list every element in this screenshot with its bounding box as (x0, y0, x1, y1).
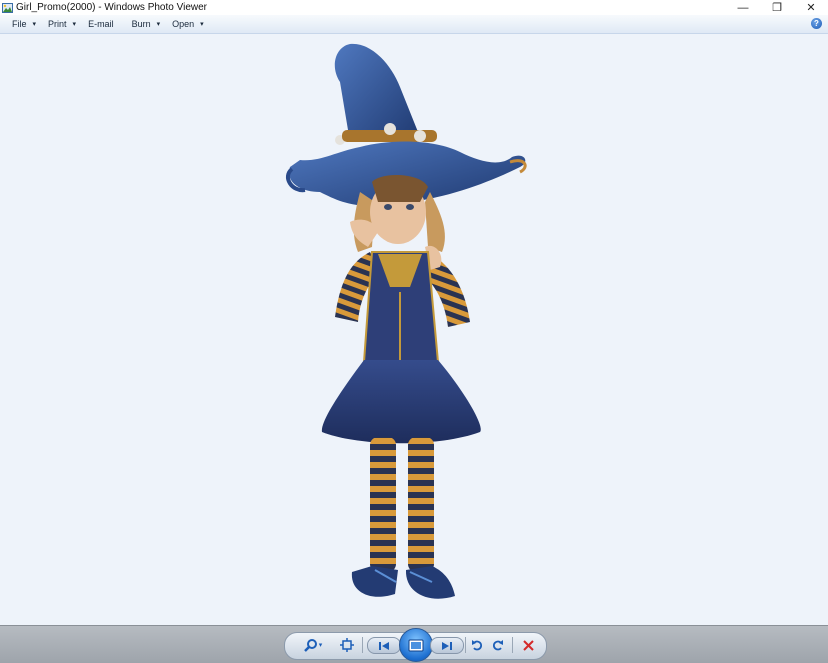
hat-cone (334, 43, 420, 142)
rotate-counterclockwise-button[interactable] (470, 637, 484, 653)
menu-file-label: File (12, 19, 27, 29)
previous-button[interactable] (367, 637, 401, 654)
zoom-dropdown-caret: ▾ (318, 642, 323, 649)
chevron-down-icon: ▾ (72, 21, 77, 28)
menu-burn[interactable]: Burn ▾ (132, 15, 161, 33)
previous-icon (379, 641, 389, 650)
rotate-clockwise-button[interactable] (491, 637, 505, 653)
image-viewport (0, 34, 828, 625)
help-button[interactable]: ? (811, 18, 822, 29)
minimize-button[interactable]: — (726, 0, 760, 15)
close-window-button[interactable]: ✕ (794, 0, 828, 15)
window-controls: — ❐ ✕ (726, 0, 828, 15)
zoom-icon (303, 639, 317, 652)
toolbar-separator (512, 637, 513, 653)
slideshow-button[interactable] (399, 628, 433, 662)
next-button[interactable] (430, 637, 464, 654)
displayed-photo (285, 43, 527, 599)
actual-size-icon (340, 638, 354, 652)
chevron-down-icon: ▾ (156, 21, 161, 28)
delete-icon (522, 639, 534, 651)
chevron-down-icon: ▾ (32, 21, 37, 28)
rotate-counterclockwise-icon (472, 640, 483, 651)
menu-email-label: E-mail (88, 19, 114, 29)
restore-button[interactable]: ❐ (760, 0, 794, 15)
menu-email[interactable]: E-mail (88, 15, 114, 33)
zoom-button[interactable]: ▾ (302, 637, 324, 653)
next-icon (442, 641, 452, 650)
rotate-clockwise-icon (492, 640, 503, 651)
menu-print-label: Print (48, 19, 67, 29)
menu-file[interactable]: File ▾ (12, 15, 36, 33)
toolbar-separator (465, 637, 466, 653)
actual-size-button[interactable] (339, 637, 355, 653)
bottom-toolbar: ▾ (0, 625, 828, 663)
menu-open-label: Open (172, 19, 195, 29)
toolbar-separator (362, 637, 363, 653)
chevron-down-icon: ▾ (200, 21, 204, 28)
command-bar: File ▾ Print ▾ E-mail Burn ▾ Open ▾ ? (0, 15, 828, 34)
photo-viewer-app-icon (2, 2, 13, 13)
title-bar: Girl_Promo(2000) - Windows Photo Viewer … (0, 0, 828, 15)
menu-print[interactable]: Print ▾ (48, 15, 76, 33)
menu-burn-label: Burn (131, 19, 151, 29)
slideshow-icon (408, 639, 424, 651)
window-title: Girl_Promo(2000) - Windows Photo Viewer (16, 2, 208, 13)
menu-open[interactable]: Open ▾ (172, 15, 204, 33)
delete-button[interactable] (521, 637, 535, 653)
